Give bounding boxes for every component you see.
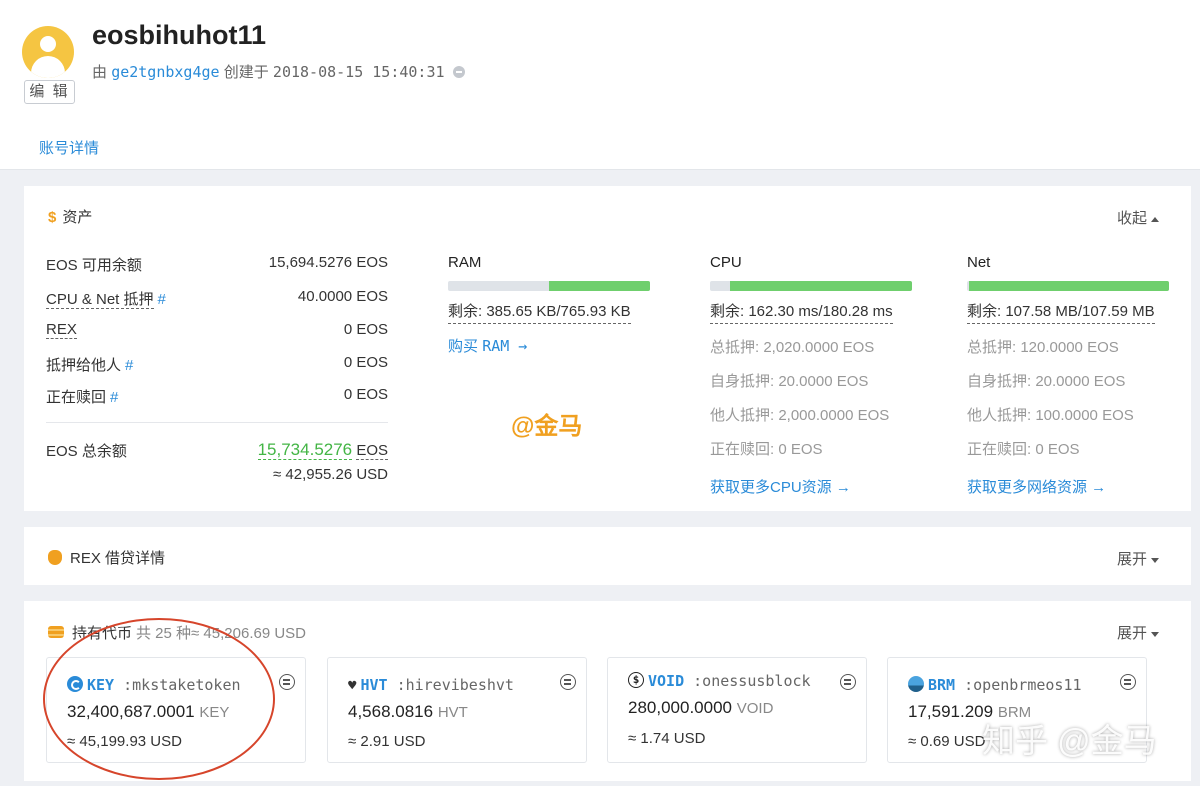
- net-usage-bar: [967, 281, 1169, 291]
- divider: [46, 422, 388, 423]
- caret-down-icon: [1151, 631, 1159, 637]
- net-remaining: 剩余: 107.58 MB/107.59 MB: [967, 300, 1155, 324]
- created-at: 2018-08-15 15:40:31: [272, 63, 445, 81]
- hvt-token-icon: ♥: [348, 677, 357, 694]
- tokens-expand-toggle[interactable]: 展开: [1117, 622, 1159, 643]
- get-more-cpu-link[interactable]: 获取更多CPU资源 →: [710, 476, 851, 497]
- assets-collapse-toggle[interactable]: 收起: [1117, 207, 1159, 228]
- buy-ram-link[interactable]: 购买 RAM →: [448, 335, 650, 356]
- total-eos-value: 15,734.5276: [257, 440, 353, 460]
- menu-icon[interactable]: [1120, 674, 1136, 690]
- balance-row-total: EOS 总余额 15,734.5276 EOS ≈ 42,955.26 USD: [46, 440, 388, 483]
- info-icon[interactable]: [452, 66, 465, 79]
- caret-up-icon: [1151, 216, 1159, 222]
- rex-title: REX 借贷详情: [48, 547, 165, 568]
- cpu-resource: CPU 剩余: 162.30 ms/180.28 ms 总抵押: 2,020.0…: [710, 254, 912, 514]
- avatar: [22, 26, 74, 78]
- help-hash-link[interactable]: #: [158, 291, 166, 308]
- watermark: 知乎 @金马: [982, 722, 1157, 759]
- rex-card: REX 借贷详情 展开: [24, 527, 1191, 585]
- coins-icon: [48, 626, 64, 639]
- token-card-hvt[interactable]: ♥ HVT :hirevibeshvt 4,568.0816 HVT ≈ 2.91…: [327, 657, 587, 763]
- account-header: 编 辑 eosbihuhot11 由 ge2tgnbxg4ge 创建于 2018…: [0, 0, 1200, 170]
- account-meta: 由 ge2tgnbxg4ge 创建于 2018-08-15 15:40:31: [92, 61, 465, 82]
- get-more-net-link[interactable]: 获取更多网络资源 →: [967, 476, 1106, 497]
- rex-expand-toggle[interactable]: 展开: [1117, 548, 1159, 569]
- creator-link[interactable]: ge2tgnbxg4ge: [111, 63, 219, 81]
- highlight-circle: [43, 618, 275, 780]
- created-label: 创建于: [223, 64, 269, 81]
- account-name: eosbihuhot11: [92, 20, 267, 50]
- token-card-void[interactable]: $ VOID :onessusblock 280,000.0000 VOID ≈ …: [607, 657, 867, 763]
- assets-title: $ 资产: [48, 209, 93, 226]
- net-resource: Net 剩余: 107.58 MB/107.59 MB 总抵押: 120.000…: [967, 254, 1169, 514]
- total-usd-value: ≈ 42,955.26 USD: [273, 466, 388, 483]
- cpu-usage-bar: [710, 281, 912, 291]
- assets-card: $ 资产 收起 EOS 可用余额 15,694.5276 EOS CPU & Ne…: [24, 186, 1191, 511]
- watermark-middle: @金马: [511, 413, 583, 440]
- cpu-remaining: 剩余: 162.30 ms/180.28 ms: [710, 300, 893, 324]
- menu-icon[interactable]: [840, 674, 856, 690]
- menu-icon[interactable]: [560, 674, 576, 690]
- caret-down-icon: [1151, 557, 1159, 563]
- ram-resource: RAM 剩余: 385.65 KB/765.93 KB 购买 RAM →: [448, 254, 650, 356]
- edit-button[interactable]: 编 辑: [24, 80, 75, 104]
- money-bag-icon: [48, 549, 62, 565]
- void-token-icon: $: [628, 671, 644, 688]
- brm-token-icon: [908, 675, 924, 692]
- dollar-icon: $: [48, 209, 57, 226]
- created-by-prefix: 由: [92, 64, 108, 81]
- help-hash-link[interactable]: #: [110, 389, 118, 406]
- help-hash-link[interactable]: #: [125, 357, 133, 374]
- tab-account-detail[interactable]: 账号详情: [39, 137, 99, 158]
- ram-usage-bar: [448, 281, 650, 291]
- menu-icon[interactable]: [279, 674, 295, 690]
- ram-remaining: 剩余: 385.65 KB/765.93 KB: [448, 300, 631, 324]
